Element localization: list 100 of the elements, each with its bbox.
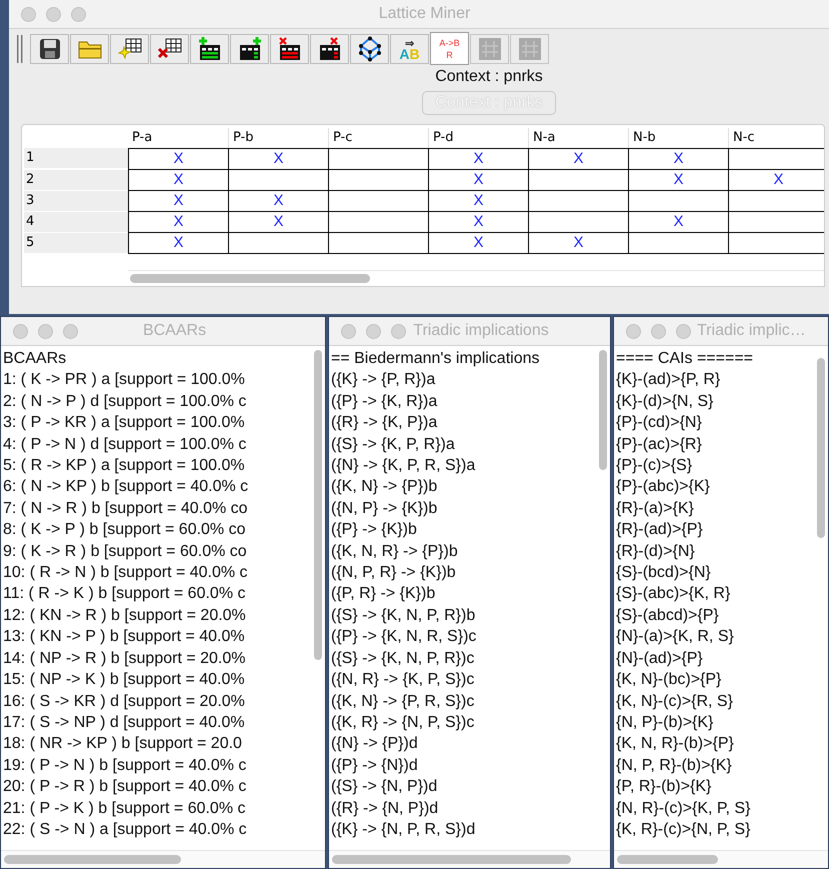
context-label: Context : pnrks bbox=[434, 68, 544, 86]
minimize-button[interactable] bbox=[651, 324, 666, 338]
grid-cross-icon bbox=[156, 36, 182, 60]
scrollbar[interactable] bbox=[130, 274, 370, 282]
row-header[interactable]: 2 bbox=[24, 170, 128, 191]
toolbar-button[interactable] bbox=[110, 34, 149, 64]
window-title: Triadic implications bbox=[412, 322, 550, 340]
text-line: {P}-(cd)>{N} bbox=[616, 413, 703, 434]
text-line: ({K, N, R} -> {P})b bbox=[331, 542, 459, 562]
text-line: {P, R}-(b)>{K} bbox=[616, 777, 712, 798]
text-line: {P}-(c)>{S} bbox=[616, 456, 694, 476]
scrollbar[interactable] bbox=[314, 350, 322, 660]
toolbar-button[interactable] bbox=[270, 34, 309, 64]
toolbar-grip-icon[interactable] bbox=[17, 34, 23, 62]
text-line: 8: ( K -> P ) b [support = 60.0% co bbox=[3, 520, 246, 540]
minimize-button[interactable] bbox=[38, 324, 53, 338]
text-line: 12: ( KN -> R ) b [support = 20.0% bbox=[3, 606, 247, 626]
text-line: 13: ( KN -> P ) b [support = 40.0% bbox=[3, 627, 246, 648]
toolbar-button[interactable] bbox=[230, 34, 269, 64]
toolbar-button[interactable] bbox=[190, 34, 229, 64]
text-line: ({K, N} -> {P})b bbox=[331, 477, 438, 498]
text-line: {P}-(abc)>{K} bbox=[616, 477, 711, 498]
table-cell: X bbox=[428, 148, 528, 170]
close-button[interactable] bbox=[21, 6, 36, 22]
text-line: ({N} -> {P})d bbox=[331, 734, 419, 754]
table-cell: X bbox=[428, 191, 528, 212]
scrollbar[interactable] bbox=[617, 855, 718, 864]
text-line: 1: ( K -> PR ) a [support = 100.0% bbox=[3, 370, 246, 390]
zoom-button[interactable] bbox=[71, 6, 86, 22]
minimize-button[interactable] bbox=[46, 6, 61, 22]
table-cell: X bbox=[628, 148, 728, 170]
zoom-button[interactable] bbox=[63, 324, 78, 338]
toolbar-button[interactable] bbox=[310, 34, 349, 64]
text-line: ({K} -> {N, P, R, S})d bbox=[331, 820, 476, 840]
text-line: ({S} -> {K, N, P, R})b bbox=[331, 606, 476, 626]
scrollbar[interactable] bbox=[4, 855, 181, 864]
text-line: 5: ( R -> KP ) a [support = 100.0% bbox=[3, 456, 246, 476]
table-cell: X bbox=[128, 233, 228, 254]
table-cell: X bbox=[128, 191, 228, 212]
toolbar-button[interactable]: A->B R bbox=[430, 32, 469, 65]
table-cell: X bbox=[228, 191, 328, 212]
column-header[interactable]: P-c bbox=[328, 128, 428, 148]
text-line: ({P} -> {K})b bbox=[331, 520, 418, 540]
text-line: ({N, P} -> {K})b bbox=[331, 498, 438, 519]
column-header[interactable]: P-b bbox=[228, 128, 328, 148]
column-header[interactable]: N-a bbox=[528, 128, 628, 148]
zoom-button[interactable] bbox=[391, 324, 406, 338]
text-line: {R}-(d)>{N} bbox=[616, 542, 696, 562]
column-header[interactable]: N-c bbox=[728, 128, 824, 148]
text-line: {R}-(a)>{K} bbox=[616, 498, 695, 519]
row-header[interactable]: 3 bbox=[24, 191, 128, 212]
row-header[interactable]: 1 bbox=[24, 148, 128, 169]
close-button[interactable] bbox=[13, 324, 28, 338]
text-line: ({K, N} -> {P, R, S})c bbox=[331, 692, 476, 712]
table-cell: X bbox=[528, 233, 628, 254]
column-header[interactable]: N-b bbox=[628, 128, 728, 148]
text-line: {S}-(bcd)>{N} bbox=[616, 563, 712, 584]
text-line: == Biedermann's implications bbox=[331, 349, 540, 369]
window-title: BCAARs bbox=[142, 322, 208, 340]
row-header[interactable]: 5 bbox=[24, 233, 128, 254]
text-line: ({R} -> {K, P})a bbox=[331, 413, 438, 434]
close-button[interactable] bbox=[626, 324, 641, 338]
text-line: ({R} -> {N, P})d bbox=[331, 798, 440, 819]
scrollbar[interactable] bbox=[332, 855, 572, 864]
window-title: Triadic implic… bbox=[697, 322, 807, 340]
text-line: 19: ( P -> N ) b [support = 40.0% c bbox=[3, 756, 248, 776]
text-line: {N}-(ad)>{P} bbox=[616, 648, 704, 669]
text-line: {R}-(ad)>{P} bbox=[616, 520, 704, 540]
text-line: BCAARs bbox=[3, 349, 68, 369]
column-header[interactable]: P-a bbox=[128, 128, 228, 148]
text-line: ({S} -> {K, P, R})a bbox=[331, 434, 456, 455]
table-cell: X bbox=[428, 170, 528, 191]
toolbar-button[interactable]: ⇒ AB bbox=[390, 34, 429, 64]
text-line: ({S} -> {K, N, P, R})c bbox=[331, 648, 476, 669]
zoom-button[interactable] bbox=[676, 324, 691, 338]
table-cross-icon bbox=[276, 36, 302, 62]
text-line: {N, R}-(c)>{K, P, S} bbox=[616, 798, 752, 819]
scrollbar[interactable] bbox=[817, 358, 825, 538]
column-header[interactable]: P-d bbox=[428, 128, 528, 148]
text-line: 20: ( P -> R ) b [support = 40.0% c bbox=[3, 777, 248, 798]
table-cell: X bbox=[628, 212, 728, 233]
text-line: 22: ( S -> N ) a [support = 40.0% c bbox=[3, 820, 248, 840]
text-line: {P}-(ac)>{R} bbox=[616, 434, 703, 455]
text-line: 3: ( P -> KR ) a [support = 100.0% bbox=[3, 413, 246, 434]
grid-icon bbox=[478, 36, 502, 60]
close-button[interactable] bbox=[341, 324, 356, 338]
text-line: 15: ( NP -> K ) b [support = 40.0% bbox=[3, 670, 246, 690]
text-line: {K}-(d)>{N, S} bbox=[616, 392, 714, 412]
text-line: ==== CAIs ====== bbox=[616, 349, 754, 369]
toolbar-button[interactable] bbox=[150, 34, 189, 64]
scrollbar[interactable] bbox=[599, 350, 607, 470]
row-header[interactable]: 4 bbox=[24, 212, 128, 233]
minimize-button[interactable] bbox=[366, 324, 381, 338]
text-line: {K, N}-(c)>{R, S} bbox=[616, 692, 734, 712]
toolbar-button[interactable] bbox=[30, 34, 69, 64]
toolbar-button[interactable] bbox=[350, 34, 389, 64]
table-cell: X bbox=[528, 148, 628, 170]
text-line: 6: ( N -> KP ) b [support = 40.0% c bbox=[3, 477, 250, 498]
text-line: ({P} -> {K, N, R, S})c bbox=[331, 627, 478, 648]
text-line: 7: ( N -> R ) b [support = 40.0% co bbox=[3, 498, 249, 519]
